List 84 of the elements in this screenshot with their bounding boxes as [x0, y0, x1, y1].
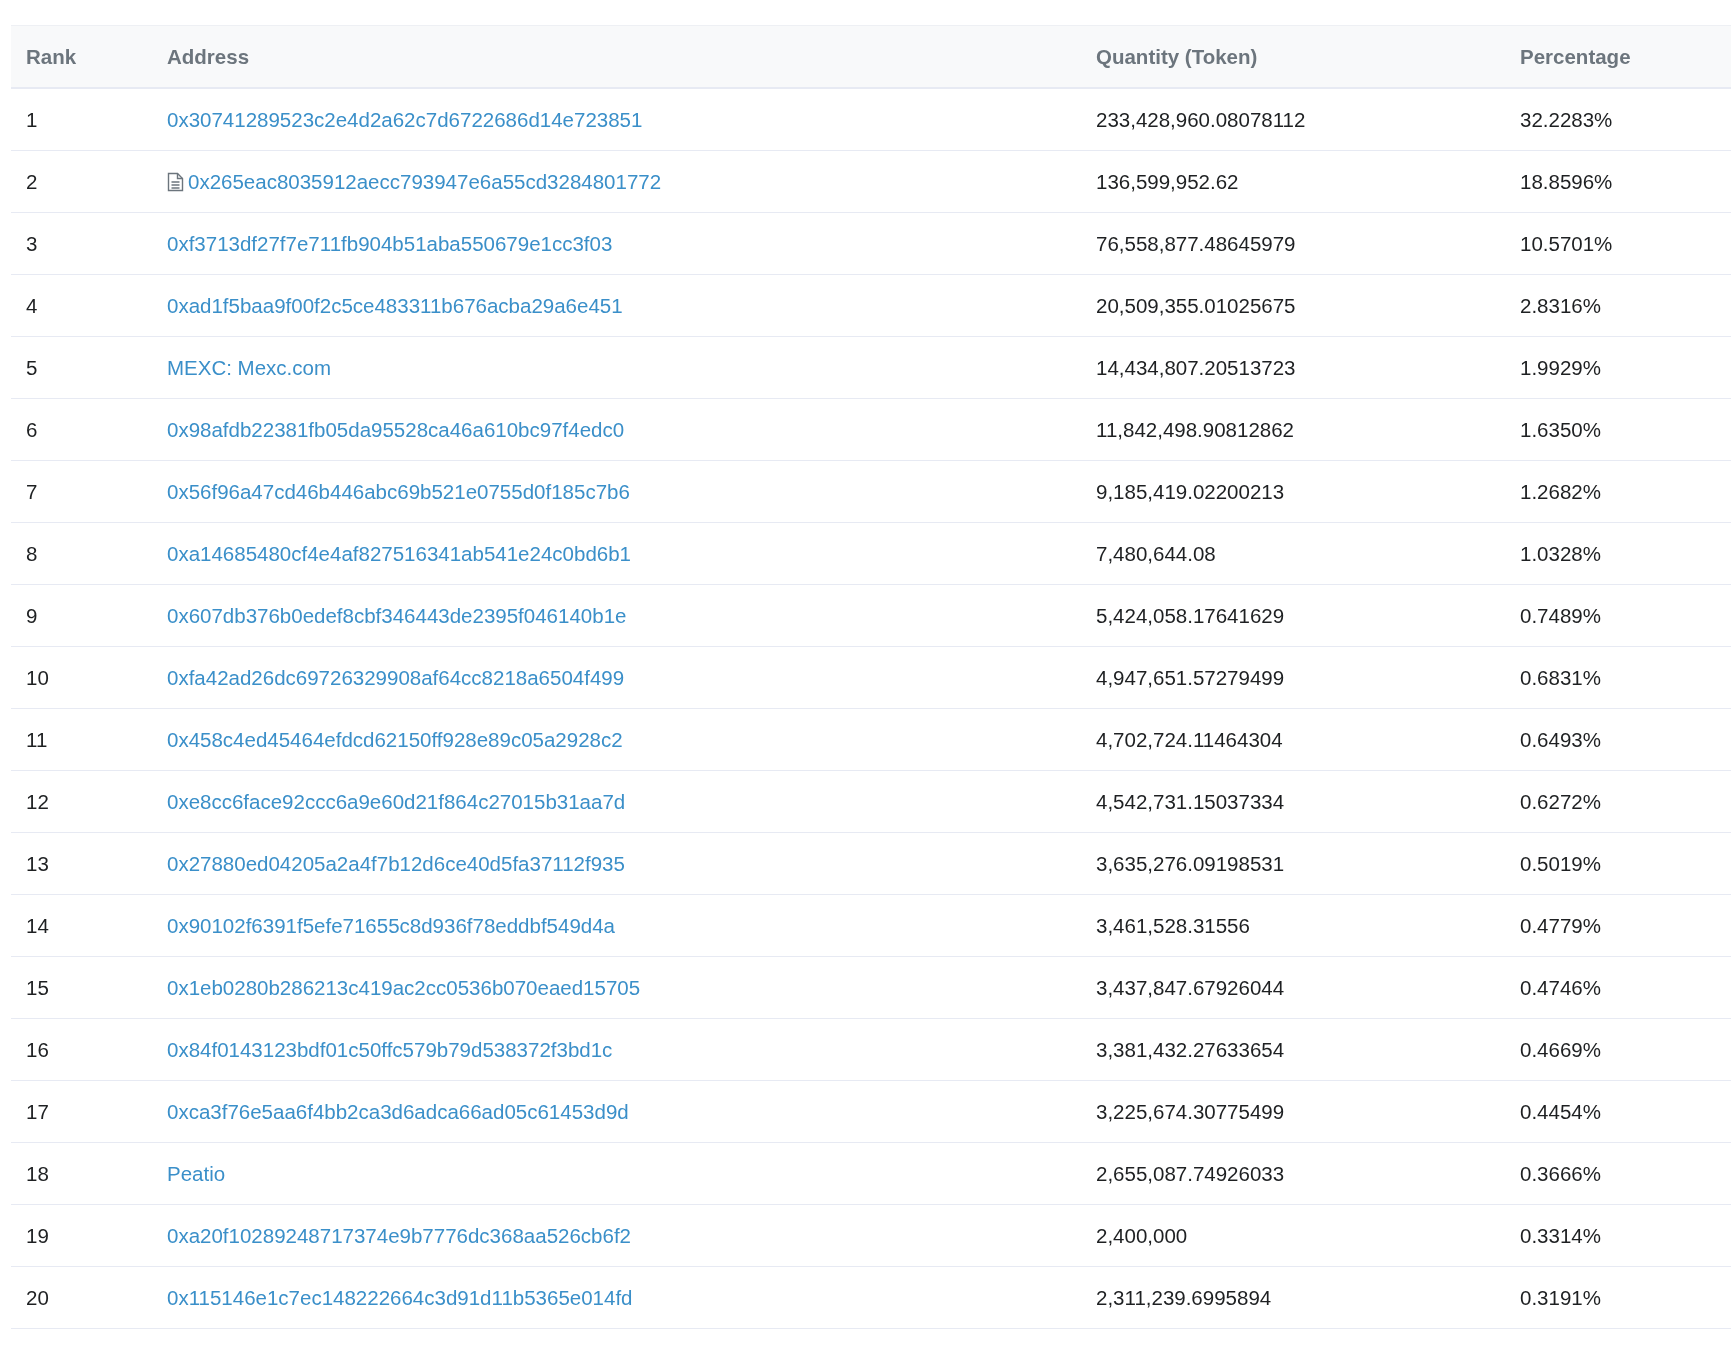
address-link[interactable]: 0x90102f6391f5efe71655c8d936f78eddbf549d4a: [167, 913, 616, 938]
percentage-cell-text: 0.3191%: [1519, 1285, 1601, 1310]
rank-cell-text: 17: [25, 1099, 49, 1124]
percentage-cell-text: 1.9929%: [1519, 355, 1601, 380]
percentage-cell-text: 0.7489%: [1519, 603, 1601, 628]
address-link[interactable]: 0x56f96a47cd46b446abc69b521e0755d0f185c7b6: [167, 479, 630, 504]
rank-cell-text: 19: [25, 1223, 49, 1248]
rank-cell-text: 6: [25, 417, 38, 442]
percentage-cell-text: 1.2682%: [1519, 479, 1601, 504]
percentage-cell-text: 10.5701%: [1519, 231, 1613, 256]
quantity-cell-text: 4,947,651.57279499: [1095, 665, 1285, 690]
rank-cell-text: 7: [25, 479, 38, 504]
quantity-cell-text: 14,434,807.20513723: [1095, 355, 1296, 380]
quantity-cell-text: 3,437,847.67926044: [1095, 975, 1285, 1000]
quantity-cell-text: 4,702,724.11464304: [1095, 727, 1283, 752]
rank-cell-text: 8: [25, 541, 38, 566]
address-link[interactable]: 0x30741289523c2e4d2a62c7d6722686d14e723851: [167, 107, 643, 132]
column-header: Percentage: [1519, 44, 1631, 69]
quantity-cell-text: 7,480,644.08: [1095, 541, 1216, 566]
quantity-cell-text: 9,185,419.02200213: [1095, 479, 1285, 504]
address-link[interactable]: Peatio: [167, 1161, 226, 1186]
percentage-cell-text: 0.6272%: [1519, 789, 1601, 814]
address-link[interactable]: 0x84f0143123bdf01c50ffc579b79d538372f3bd1c: [167, 1037, 613, 1062]
address-link[interactable]: 0x458c4ed45464efdcd62150ff928e89c05a2928c2: [167, 727, 623, 752]
rank-cell-text: 15: [25, 975, 49, 1000]
rank-cell-text: 12: [25, 789, 49, 814]
address-link[interactable]: 0xe8cc6face92ccc6a9e60d21f864c27015b31aa7d: [167, 789, 626, 814]
column-header: Rank: [25, 44, 77, 69]
percentage-cell-text: 0.4454%: [1519, 1099, 1601, 1124]
address-link[interactable]: 0xa20f10289248717374e9b7776dc368aa526cb6f2: [167, 1223, 631, 1248]
rank-cell-text: 1: [25, 107, 38, 132]
quantity-cell-text: 2,655,087.74926033: [1095, 1161, 1285, 1186]
rank-cell-text: 5: [25, 355, 38, 380]
address-link[interactable]: 0x1eb0280b286213c419ac2cc0536b070eaed15705: [167, 975, 641, 1000]
rank-cell-text: 4: [25, 293, 38, 318]
address-link[interactable]: 0xa14685480cf4e4af827516341ab541e24c0bd6b1: [167, 541, 631, 566]
rank-cell-text: 10: [25, 665, 49, 690]
quantity-cell-text: 136,599,952.62: [1095, 169, 1239, 194]
column-header: Address: [166, 44, 250, 69]
rank-cell-text: 16: [25, 1037, 49, 1062]
quantity-cell-text: 76,558,877.48645979: [1095, 231, 1296, 256]
percentage-cell-text: 0.3666%: [1519, 1161, 1601, 1186]
quantity-cell-text: 4,542,731.15037334: [1095, 789, 1285, 814]
percentage-cell-text: 0.3314%: [1519, 1223, 1601, 1248]
quantity-cell-text: 233,428,960.08078112: [1095, 107, 1306, 132]
address-link[interactable]: 0xad1f5baa9f00f2c5ce483311b676acba29a6e451: [167, 293, 623, 318]
quantity-cell-text: 2,311,239.6995894: [1095, 1285, 1272, 1310]
quantity-cell-text: 11,842,498.90812862: [1095, 417, 1294, 442]
quantity-cell-text: 20,509,355.01025675: [1095, 293, 1296, 318]
rank-cell-text: 13: [25, 851, 49, 876]
address-link[interactable]: MEXC: Mexc.com: [167, 355, 332, 380]
percentage-cell-text: 2.8316%: [1519, 293, 1601, 318]
quantity-cell-text: 3,225,674.30775499: [1095, 1099, 1285, 1124]
quantity-cell-text: 5,424,058.17641629: [1095, 603, 1285, 628]
quantity-cell-text: 3,461,528.31556: [1095, 913, 1250, 938]
address-link[interactable]: 0x265eac8035912aecc793947e6a55cd3284801772: [188, 169, 662, 194]
address-link[interactable]: 0x27880ed04205a2a4f7b12d6ce40d5fa37112f935: [167, 851, 625, 876]
rank-cell-text: 11: [25, 727, 48, 752]
percentage-cell-text: 0.4779%: [1519, 913, 1601, 938]
rank-cell-text: 18: [25, 1161, 49, 1186]
percentage-cell-text: 0.4669%: [1519, 1037, 1601, 1062]
rank-cell-text: 20: [25, 1285, 49, 1310]
rank-cell-text: 3: [25, 231, 38, 256]
column-header: Quantity (Token): [1095, 44, 1258, 69]
percentage-cell-text: 1.6350%: [1519, 417, 1601, 442]
percentage-cell-text: 0.4746%: [1519, 975, 1601, 1000]
rank-cell-text: 14: [25, 913, 49, 938]
percentage-cell-text: 0.6493%: [1519, 727, 1601, 752]
rank-cell-text: 2: [25, 169, 38, 194]
percentage-cell-text: 0.5019%: [1519, 851, 1601, 876]
address-link[interactable]: 0x98afdb22381fb05da95528ca46a610bc97f4edc0: [167, 417, 625, 442]
address-link[interactable]: 0x115146e1c7ec148222664c3d91d11b5365e014fd: [167, 1285, 633, 1310]
address-link[interactable]: 0x607db376b0edef8cbf346443de2395f046140b1e: [167, 603, 627, 628]
address-link[interactable]: 0xf3713df27f7e711fb904b51aba550679e1cc3f03: [167, 231, 613, 256]
percentage-cell-text: 32.2283%: [1519, 107, 1613, 132]
quantity-cell-text: 3,635,276.09198531: [1095, 851, 1285, 876]
percentage-cell-text: 1.0328%: [1519, 541, 1601, 566]
address-link[interactable]: 0xfa42ad26dc69726329908af64cc8218a6504f499: [167, 665, 625, 690]
address-link[interactable]: 0xca3f76e5aa6f4bb2ca3d6adca66ad05c61453d9d: [167, 1099, 629, 1124]
quantity-cell-text: 2,400,000: [1095, 1223, 1188, 1248]
percentage-cell-text: 0.6831%: [1519, 665, 1601, 690]
percentage-cell-text: 18.8596%: [1519, 169, 1613, 194]
quantity-cell-text: 3,381,432.27633654: [1095, 1037, 1285, 1062]
rank-cell-text: 9: [25, 603, 38, 628]
